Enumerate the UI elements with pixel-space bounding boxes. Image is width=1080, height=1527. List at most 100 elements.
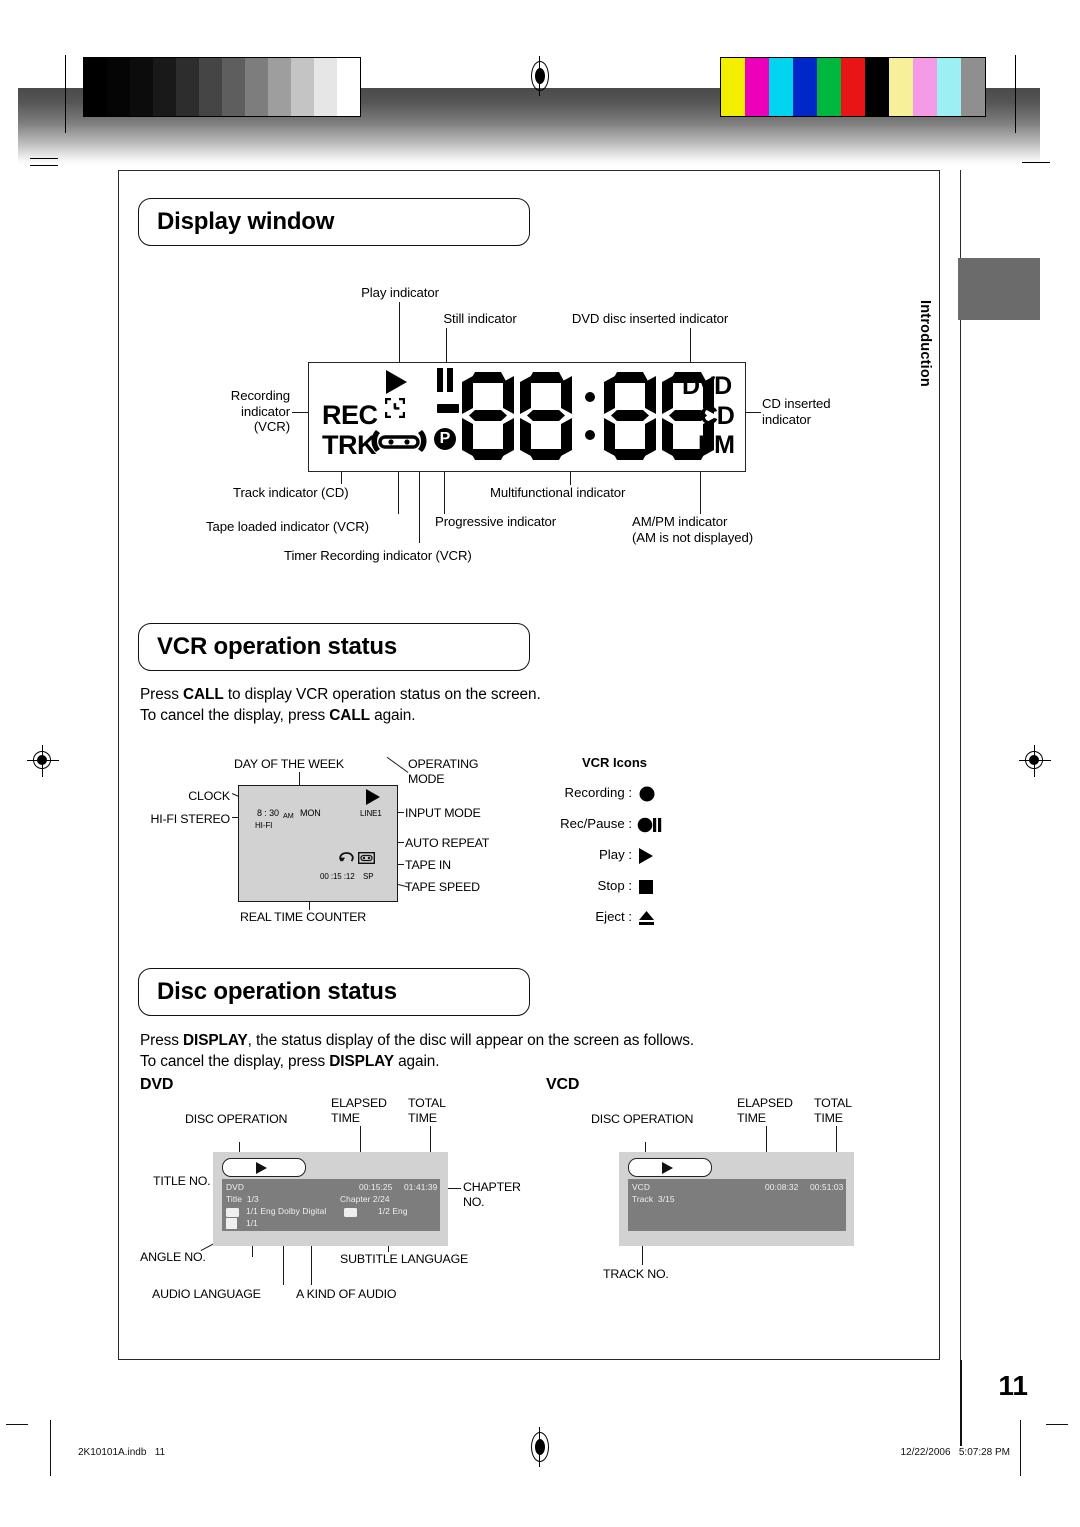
gray-patch-5 xyxy=(199,58,222,116)
vcr-body-l2-pre: To cancel the display, press xyxy=(140,707,330,724)
gray-patch-9 xyxy=(291,58,314,116)
dvd-callout-angle-no: ANGLE NO. xyxy=(140,1250,206,1264)
disc-body-l1-pre: Press xyxy=(140,1032,184,1049)
vcr-icons-heading: VCR Icons xyxy=(582,755,648,770)
dvd-osd-subtitle: 1/2 Eng xyxy=(378,1206,408,1216)
vcd-callout-total-time: TOTAL TIME xyxy=(814,1096,852,1125)
heading-display-window: Display window xyxy=(138,198,530,246)
gray-patch-7 xyxy=(245,58,268,116)
legend-label-recording: Recording : xyxy=(564,785,632,800)
dvd-osd-chapter: Chapter 2/24 xyxy=(340,1194,390,1204)
dvd-osd-title: Title 1/3 xyxy=(226,1194,259,1204)
dvd-heading: DVD xyxy=(140,1076,174,1093)
dvd-callout-audio-language: AUDIO LANGUAGE xyxy=(152,1287,261,1301)
disc-body-l2-bold: DISPLAY xyxy=(329,1053,394,1070)
dvd-osd-audio: 1/1 Eng Dolby Digital xyxy=(246,1206,327,1216)
callout-play-indicator: Play indicator xyxy=(361,285,439,300)
disc-body-l1-post: , the status display of the disc will ap… xyxy=(247,1032,695,1049)
footer-rule-left xyxy=(50,1420,52,1476)
legend-row-recording: Recording : xyxy=(548,785,728,805)
legend-row-play: Play : xyxy=(548,847,728,867)
footer-rule-right xyxy=(1020,1420,1022,1476)
callout-day-of-week: DAY OF THE WEEK xyxy=(234,757,344,771)
registration-mark-top xyxy=(531,56,549,96)
legend-row-eject: Eject : xyxy=(548,909,728,929)
pause-icon-bar-1 xyxy=(437,368,443,392)
callout-progressive-indicator: Progressive indicator xyxy=(435,514,557,529)
vcd-heading: VCD xyxy=(546,1076,580,1093)
gray-patch-0 xyxy=(84,58,107,116)
crop-mark-left-h2 xyxy=(30,165,58,166)
vcr-body-l2-post: again. xyxy=(369,707,416,724)
disc-body-l2-post: again. xyxy=(393,1053,440,1070)
gray-patch-6 xyxy=(222,58,245,116)
heading-disc-operation-status: Disc operation status xyxy=(138,968,530,1016)
vcr-screen-play-icon xyxy=(366,789,380,805)
color-patch-1 xyxy=(745,58,769,116)
color-patch-10 xyxy=(961,58,985,116)
dvd-callout-title-no: TITLE NO. xyxy=(153,1174,211,1188)
dvd-callout-total-time: TOTAL TIME xyxy=(408,1096,446,1125)
color-patch-5 xyxy=(841,58,865,116)
registration-mark-bottom xyxy=(531,1427,549,1467)
callout-track-indicator: Track indicator (CD) xyxy=(233,485,349,500)
vcd-callout-disc-operation: DISC OPERATION xyxy=(591,1112,694,1126)
gray-patch-11 xyxy=(337,58,360,116)
vcd-callout-track-no: TRACK NO. xyxy=(603,1267,669,1281)
crop-mark-right-h xyxy=(1022,162,1050,163)
grayscale-ramp xyxy=(83,57,361,117)
callout-tape-in: TAPE IN xyxy=(405,858,451,872)
lcd-trk-label: TRK xyxy=(322,430,377,460)
vcr-body-l1-post: to display VCR operation status on the s… xyxy=(223,686,541,703)
vcd-osd-total: 00:51:03 xyxy=(810,1182,844,1192)
footer-crop-left xyxy=(6,1424,28,1426)
callout-ampm-indicator: AM/PM indicator (AM is not displayed) xyxy=(632,514,754,545)
callout-dvd-inserted-indicator: DVD disc inserted indicator xyxy=(571,311,729,326)
gray-patch-1 xyxy=(107,58,130,116)
legend-label-rec-pause: Rec/Pause : xyxy=(560,816,632,831)
disc-operation-body: Press DISPLAY , the status display of the… xyxy=(140,1030,930,1072)
color-patch-7 xyxy=(889,58,913,116)
lcd-digit-3 xyxy=(604,372,656,460)
legend-row-rec-pause: Rec/Pause : xyxy=(548,816,728,836)
lcd-colon-top xyxy=(585,392,595,402)
color-patch-0 xyxy=(721,58,745,116)
vcr-body-l1-pre: Press xyxy=(140,686,184,703)
record-circle-icon xyxy=(636,785,676,803)
subtitle-language-icon xyxy=(344,1208,357,1217)
vcd-callout-elapsed-time: ELAPSED TIME xyxy=(737,1096,793,1125)
vcr-screen-tape-speed: SP xyxy=(363,872,374,881)
vcr-screen-clock-ampm: AM xyxy=(283,811,294,820)
gray-patch-10 xyxy=(314,58,337,116)
lcd-digit-2 xyxy=(520,372,572,460)
timer-recording-icon xyxy=(385,398,405,418)
gray-patch-3 xyxy=(153,58,176,116)
vcr-screen-clock: 8 : 30 xyxy=(257,808,279,818)
page-right-edge-rule xyxy=(960,170,961,1360)
lcd-colon-bottom xyxy=(585,430,595,440)
callout-recording-indicator: Recording indicator (VCR) xyxy=(230,388,290,434)
progressive-p-icon: P xyxy=(434,428,456,450)
page-number-rule xyxy=(960,1360,962,1446)
vcr-operation-body: Press CALL to display VCR operation stat… xyxy=(140,684,780,726)
color-patch-8 xyxy=(913,58,937,116)
callout-hifi-stereo: HI-FI STEREO xyxy=(150,812,230,826)
dvd-osd-total: 01:41:39 xyxy=(404,1182,438,1192)
callout-still-indicator: Still indicator xyxy=(443,311,517,326)
color-patch-strip xyxy=(720,57,986,117)
legend-label-stop: Stop : xyxy=(597,878,632,893)
crop-mark-left-h1 xyxy=(30,158,58,159)
eject-triangle-icon xyxy=(636,909,676,927)
dvd-callout-elapsed-time: ELAPSED TIME xyxy=(331,1096,387,1125)
color-patch-3 xyxy=(793,58,817,116)
callout-tape-loaded-indicator: Tape loaded indicator (VCR) xyxy=(206,519,369,534)
callout-multifunctional-indicator: Multifunctional indicator xyxy=(490,485,626,500)
lcd-rec-label: REC xyxy=(322,400,378,430)
angle-icon xyxy=(226,1218,237,1229)
vcr-screen-day: MON xyxy=(300,808,321,818)
legend-row-stop: Stop : xyxy=(548,878,728,898)
auto-repeat-icon xyxy=(339,851,354,869)
legend-label-play: Play : xyxy=(599,847,632,862)
audio-language-icon xyxy=(226,1208,239,1217)
disc-body-l2-pre: To cancel the display, press xyxy=(140,1053,330,1070)
